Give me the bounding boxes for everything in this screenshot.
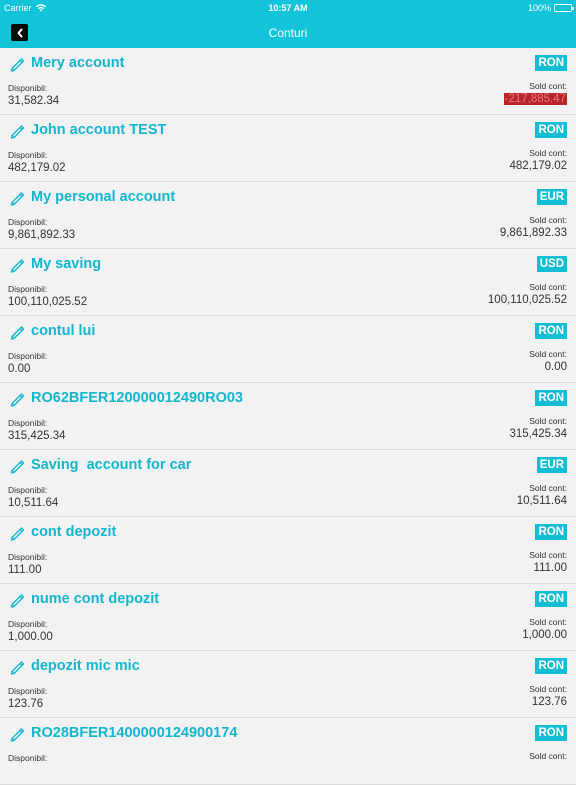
pencil-icon[interactable] xyxy=(10,526,25,541)
balance-label: Sold cont: xyxy=(529,215,567,225)
account-row[interactable]: contul lui RON Disponibil: 0.00 Sold con… xyxy=(0,316,576,383)
page-title: Conturi xyxy=(268,26,308,40)
balance-value: 123.76 xyxy=(531,696,567,708)
balance-label: Sold cont: xyxy=(529,751,567,761)
pencil-icon[interactable] xyxy=(10,191,25,206)
balance-value: 10,511.64 xyxy=(516,495,567,507)
account-row[interactable]: RO28BFER1400000124900174 RON Disponibil:… xyxy=(0,718,576,785)
balance-value: 482,179.02 xyxy=(509,160,567,172)
available-value: 10,511.64 xyxy=(8,497,59,509)
available-value: 1,000.00 xyxy=(8,631,53,643)
currency-badge: RON xyxy=(535,323,567,339)
available-label: Disponibil: xyxy=(8,686,48,696)
available-value: 482,179.02 xyxy=(8,162,66,174)
account-name[interactable]: John account TEST xyxy=(31,122,166,138)
balance-value: 111.00 xyxy=(533,562,567,574)
available-value: 0.00 xyxy=(8,363,31,375)
available-label: Disponibil: xyxy=(8,753,48,763)
balance-label: Sold cont: xyxy=(529,550,567,560)
nav-header: Carrier 10:57 AM 100% Conturi xyxy=(0,0,576,48)
account-row[interactable]: nume cont depozit RON Disponibil: 1,000.… xyxy=(0,584,576,651)
account-name[interactable]: Mery account xyxy=(31,55,124,71)
account-row[interactable]: My personal account EUR Disponibil: 9,86… xyxy=(0,182,576,249)
balance-value: 9,861,892.33 xyxy=(499,227,567,239)
available-value: 123.76 xyxy=(8,698,44,710)
balance-value: 0.00 xyxy=(544,361,567,373)
account-name[interactable]: RO62BFER120000012490RO03 xyxy=(31,390,243,406)
available-value: 111.00 xyxy=(8,564,42,576)
currency-badge: RON xyxy=(535,55,567,71)
pencil-icon[interactable] xyxy=(10,593,25,608)
balance-label: Sold cont: xyxy=(529,282,567,292)
available-label: Disponibil: xyxy=(8,83,48,93)
available-label: Disponibil: xyxy=(8,284,48,294)
available-label: Disponibil: xyxy=(8,485,48,495)
account-row[interactable]: Mery account RON Disponibil: 31,582.34 S… xyxy=(0,48,576,115)
account-row[interactable]: My saving USD Disponibil: 100,110,025.52… xyxy=(0,249,576,316)
available-label: Disponibil: xyxy=(8,552,48,562)
battery-percent: 100% xyxy=(527,3,551,13)
available-value: 9,861,892.33 xyxy=(8,229,76,241)
account-name[interactable]: RO28BFER1400000124900174 xyxy=(31,725,237,741)
balance-label: Sold cont: xyxy=(529,81,567,91)
balance-label: Sold cont: xyxy=(529,148,567,158)
account-row[interactable]: cont depozit RON Disponibil: 111.00 Sold… xyxy=(0,517,576,584)
pencil-icon[interactable] xyxy=(10,660,25,675)
account-row[interactable]: Saving account for car EUR Disponibil: 1… xyxy=(0,450,576,517)
pencil-icon[interactable] xyxy=(10,392,25,407)
account-row[interactable]: John account TEST RON Disponibil: 482,17… xyxy=(0,115,576,182)
available-label: Disponibil: xyxy=(8,217,48,227)
balance-value: 315,425.34 xyxy=(509,428,567,440)
account-list: Mery account RON Disponibil: 31,582.34 S… xyxy=(0,48,576,785)
balance-value: -217,885.47 xyxy=(503,93,567,105)
available-label: Disponibil: xyxy=(8,418,48,428)
account-name[interactable]: My saving xyxy=(31,256,101,272)
available-label: Disponibil: xyxy=(8,619,48,629)
pencil-icon[interactable] xyxy=(10,325,25,340)
account-name[interactable]: depozit mic mic xyxy=(31,658,140,674)
account-name[interactable]: contul lui xyxy=(31,323,95,339)
currency-badge: RON xyxy=(535,524,567,540)
available-value: 315,425.34 xyxy=(8,430,66,442)
balance-label: Sold cont: xyxy=(529,617,567,627)
pencil-icon[interactable] xyxy=(10,459,25,474)
status-bar: Carrier 10:57 AM 100% xyxy=(0,0,576,16)
available-label: Disponibil: xyxy=(8,351,48,361)
pencil-icon[interactable] xyxy=(10,57,25,72)
balance-label: Sold cont: xyxy=(529,483,567,493)
account-name[interactable]: cont depozit xyxy=(31,524,116,540)
pencil-icon[interactable] xyxy=(10,258,25,273)
available-value: 31,582.34 xyxy=(8,95,60,107)
account-name[interactable]: My personal account xyxy=(31,189,175,205)
available-label: Disponibil: xyxy=(8,150,48,160)
account-row[interactable]: RO62BFER120000012490RO03 RON Disponibil:… xyxy=(0,383,576,450)
available-value: 100,110,025.52 xyxy=(8,296,88,308)
balance-label: Sold cont: xyxy=(529,349,567,359)
balance-label: Sold cont: xyxy=(529,416,567,426)
currency-badge: RON xyxy=(535,591,567,607)
status-time: 10:57 AM xyxy=(268,3,308,13)
currency-badge: RON xyxy=(535,658,567,674)
pencil-icon[interactable] xyxy=(10,124,25,139)
currency-badge: EUR xyxy=(536,457,567,473)
pencil-icon[interactable] xyxy=(10,727,25,742)
currency-badge: USD xyxy=(536,256,567,272)
battery-icon xyxy=(554,4,574,12)
account-name[interactable]: Saving account for car xyxy=(31,457,191,473)
account-row[interactable]: depozit mic mic RON Disponibil: 123.76 S… xyxy=(0,651,576,718)
battery-indicator: 100% xyxy=(527,3,574,13)
currency-badge: RON xyxy=(535,390,567,406)
balance-value: 1,000.00 xyxy=(522,629,567,641)
account-name[interactable]: nume cont depozit xyxy=(31,591,159,607)
balance-value: 100,110,025.52 xyxy=(487,294,567,306)
currency-badge: RON xyxy=(535,725,567,741)
currency-badge: EUR xyxy=(536,189,567,205)
currency-badge: RON xyxy=(535,122,567,138)
balance-label: Sold cont: xyxy=(529,684,567,694)
